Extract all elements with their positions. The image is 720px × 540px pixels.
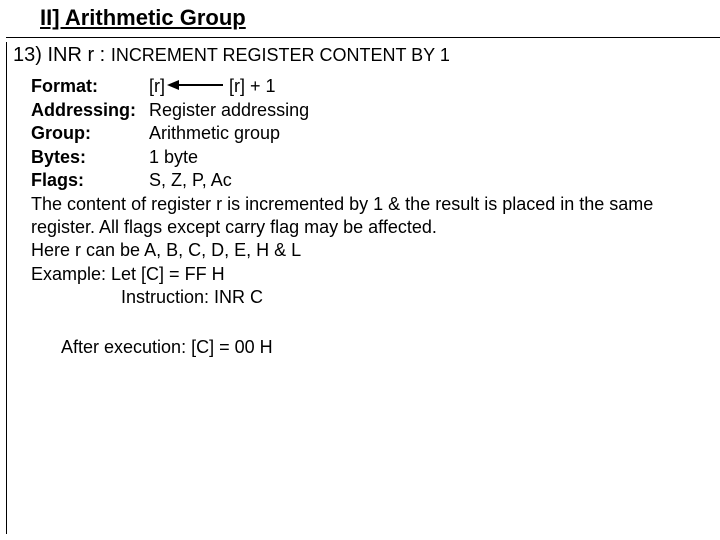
registers-note: Here r can be A, B, C, D, E, H & L — [31, 239, 696, 262]
description-text: The content of register r is incremented… — [31, 193, 696, 240]
after-execution: After execution: [C] = 00 H — [31, 336, 696, 359]
group-value: Arithmetic group — [149, 122, 696, 145]
bytes-label: Bytes: — [31, 146, 149, 169]
group-row: Group: Arithmetic group — [31, 122, 696, 145]
addressing-label: Addressing: — [31, 99, 149, 122]
divider — [6, 37, 720, 38]
example-label: Example: Let [C] = FF H — [31, 263, 696, 286]
format-lhs: [r] — [149, 75, 165, 98]
instruction-body: Format: [r] [r] + 1 Addressing: Register… — [6, 74, 714, 534]
group-label: Group: — [31, 122, 149, 145]
format-row: Format: [r] [r] + 1 — [31, 74, 696, 99]
instruction-name: INR r : — [47, 44, 105, 66]
example-instruction: Instruction: INR C — [31, 286, 696, 309]
addressing-value: Register addressing — [149, 99, 696, 122]
section-title: II] Arithmetic Group — [6, 4, 714, 35]
flags-label: Flags: — [31, 169, 149, 192]
bytes-row: Bytes: 1 byte — [31, 146, 696, 169]
instruction-heading: 13) INR r : INCREMENT REGISTER CONTENT B… — [6, 42, 714, 74]
bytes-value: 1 byte — [149, 146, 696, 169]
addressing-row: Addressing: Register addressing — [31, 99, 696, 122]
arrow-left-icon — [167, 74, 223, 97]
format-rhs: [r] + 1 — [229, 75, 276, 98]
instruction-description-short: INCREMENT REGISTER CONTENT BY 1 — [111, 45, 450, 65]
flags-value: S, Z, P, Ac — [149, 169, 696, 192]
format-label: Format: — [31, 75, 149, 98]
flags-row: Flags: S, Z, P, Ac — [31, 169, 696, 192]
item-number: 13) — [13, 44, 42, 66]
